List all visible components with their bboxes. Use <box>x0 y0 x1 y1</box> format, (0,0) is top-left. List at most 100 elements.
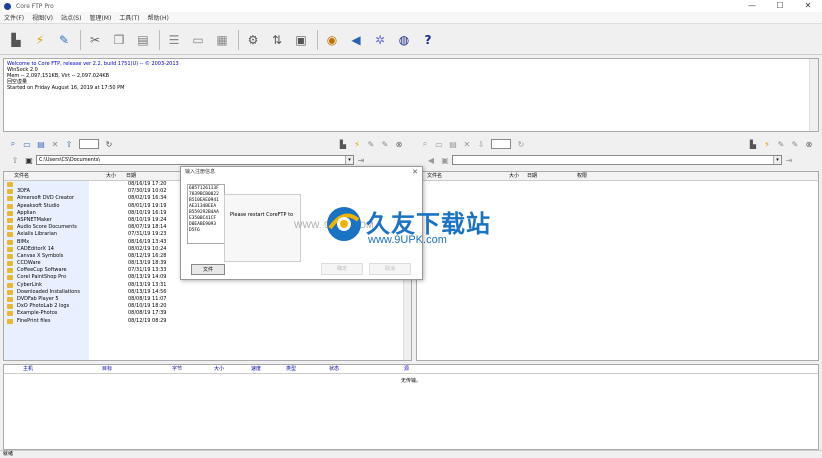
local-connect-icon[interactable]: ⚡ <box>350 138 364 150</box>
watermark-logo-icon <box>327 207 361 241</box>
view-list-icon[interactable]: ☰ <box>164 30 184 50</box>
site-manager-icon[interactable]: ▙ <box>6 30 26 50</box>
local-filter-input[interactable] <box>79 139 99 149</box>
quick-connect-icon[interactable]: ⚡ <box>30 30 50 50</box>
column-permissions[interactable]: 权限 <box>577 172 587 180</box>
list-item[interactable]: Downloaded Installations 08/13/19 14:56 <box>4 289 411 296</box>
paste-icon[interactable]: ▤ <box>133 30 153 50</box>
column-size[interactable]: 大小 <box>509 172 519 180</box>
help-icon[interactable]: ? <box>418 30 438 50</box>
new-folder-icon[interactable]: ▭ <box>20 138 34 150</box>
close-icon[interactable]: ✕ <box>412 167 418 177</box>
remote-folder-icon[interactable]: ▤ <box>446 138 460 150</box>
eye-icon[interactable]: ◉ <box>322 30 342 50</box>
view-details-icon[interactable]: ▭ <box>188 30 208 50</box>
search-icon[interactable]: ⌕ <box>6 138 20 150</box>
ok-button[interactable]: 确定 <box>321 263 363 275</box>
column-bytes[interactable]: 字节 <box>172 365 182 373</box>
toolbar-separator <box>238 29 239 50</box>
download-icon[interactable]: ⇩ <box>474 138 488 150</box>
list-item[interactable]: DVDFab Player 5 08/08/19 11:07 <box>4 296 411 303</box>
file-date: 08/10/19 19:24 <box>128 216 167 223</box>
local-edit-icon[interactable]: ✎ <box>364 138 378 150</box>
up-folder-icon[interactable]: ⇧ <box>8 154 22 166</box>
minimize-button[interactable]: — <box>738 0 766 12</box>
column-size[interactable]: 大小 <box>214 365 224 373</box>
local-path-field[interactable]: C:\Users\CS\Documents\ ▾ <box>36 155 354 165</box>
upload-icon[interactable]: ⇧ <box>62 138 76 150</box>
file-name: Audio Score Documents <box>17 224 77 231</box>
remote-new-folder-icon[interactable]: ▭ <box>432 138 446 150</box>
remote-path-field[interactable]: ▾ <box>452 155 782 165</box>
column-speed[interactable]: 速度 <box>251 365 261 373</box>
log-scrollbar[interactable] <box>809 59 818 131</box>
remote-refresh-icon[interactable]: ↻ <box>514 138 528 150</box>
maximize-button[interactable]: ☐ <box>766 0 794 12</box>
transfer-icon[interactable]: ⇅ <box>267 30 287 50</box>
list-item[interactable]: FinePrint files 08/12/19 08:29 <box>4 318 411 325</box>
column-source[interactable]: 源 <box>404 365 409 373</box>
refresh-icon[interactable]: ↻ <box>102 138 116 150</box>
column-name[interactable]: 文件名 <box>14 172 29 180</box>
column-date[interactable]: 日期 <box>527 172 537 180</box>
file-date: 08/10/19 18:20 <box>128 303 167 310</box>
column-date[interactable]: 日期 <box>126 172 136 180</box>
column-name[interactable]: 文件名 <box>427 172 442 180</box>
menu-manage[interactable]: 管理(M) <box>89 13 111 22</box>
file-button[interactable]: 文件 <box>191 264 225 275</box>
home-icon[interactable]: ▣ <box>22 154 36 166</box>
local-view-icon[interactable]: ▙ <box>336 138 350 150</box>
remote-delete-icon[interactable]: ✕ <box>460 138 474 150</box>
menu-file[interactable]: 文件(F) <box>4 13 24 22</box>
column-type[interactable]: 类型 <box>286 365 296 373</box>
list-item[interactable]: Example-Photos 08/08/19 17:39 <box>4 310 411 317</box>
remote-close-icon[interactable]: ⊗ <box>802 138 816 150</box>
cancel-button[interactable]: 取消 <box>369 263 411 275</box>
file-date: 08/02/19 16:34 <box>128 195 167 202</box>
folder-icon[interactable]: ▤ <box>34 138 48 150</box>
queue-icon[interactable]: ▣ <box>291 30 311 50</box>
disconnect-icon[interactable]: ✎ <box>54 30 74 50</box>
list-item[interactable]: DxO PhotoLab 2 logs 08/10/19 18:20 <box>4 303 411 310</box>
sound-icon[interactable]: ◀ <box>346 30 366 50</box>
tools-icon[interactable]: ✲ <box>370 30 390 50</box>
remote-connect-icon[interactable]: ⚡ <box>760 138 774 150</box>
app-icon <box>4 2 11 10</box>
chevron-down-icon[interactable]: ▾ <box>773 156 781 164</box>
remote-go-icon[interactable]: ⇥ <box>782 154 796 166</box>
remote-path-row: ◀ ▣ ▾ ⇥ <box>424 154 816 166</box>
local-close-icon[interactable]: ⊗ <box>392 138 406 150</box>
settings-gear-icon[interactable]: ⚙ <box>243 30 263 50</box>
menu-view[interactable]: 视图(V) <box>32 13 53 22</box>
remote-filter-input[interactable] <box>491 139 511 149</box>
column-status[interactable]: 状态 <box>329 365 339 373</box>
menu-help[interactable]: 帮助(H) <box>148 13 169 22</box>
file-date: 08/08/19 17:39 <box>128 310 167 317</box>
local-tool-icon[interactable]: ✎ <box>378 138 392 150</box>
remote-edit-icon[interactable]: ✎ <box>774 138 788 150</box>
chevron-down-icon[interactable]: ▾ <box>345 156 353 164</box>
local-go-icon[interactable]: ⇥ <box>354 154 368 166</box>
file-date: 08/02/19 10:24 <box>128 245 167 252</box>
copy-icon[interactable]: ❐ <box>109 30 129 50</box>
delete-icon[interactable]: ✕ <box>48 138 62 150</box>
registration-key-field[interactable]: 6857126113F 7839BCB0022 B510EAE0941 AE31… <box>187 184 225 244</box>
close-button[interactable]: ✕ <box>794 0 822 12</box>
column-host[interactable]: 主机 <box>23 365 33 373</box>
remote-search-icon[interactable]: ⌕ <box>418 138 432 150</box>
about-icon[interactable]: ◍ <box>394 30 414 50</box>
watermark: WWW. 9UPK. COM 久友下载站 www.9UPK.com <box>294 200 504 260</box>
view-text-icon[interactable]: ▦ <box>212 30 232 50</box>
remote-view-icon[interactable]: ▙ <box>746 138 760 150</box>
list-item[interactable]: CyberLink 08/13/19 13:31 <box>4 282 411 289</box>
column-size[interactable]: 大小 <box>106 172 116 180</box>
menu-sites[interactable]: 站点(S) <box>61 13 82 22</box>
remote-home-icon[interactable]: ▣ <box>438 154 452 166</box>
menu-tools[interactable]: 工具(T) <box>119 13 139 22</box>
remote-tool-icon[interactable]: ✎ <box>788 138 802 150</box>
remote-up-icon[interactable]: ◀ <box>424 154 438 166</box>
folder-icon <box>7 246 13 252</box>
cut-icon[interactable]: ✂ <box>85 30 105 50</box>
file-date: 08/12/19 16:28 <box>128 252 167 259</box>
column-target[interactable]: 目标 <box>102 365 112 373</box>
